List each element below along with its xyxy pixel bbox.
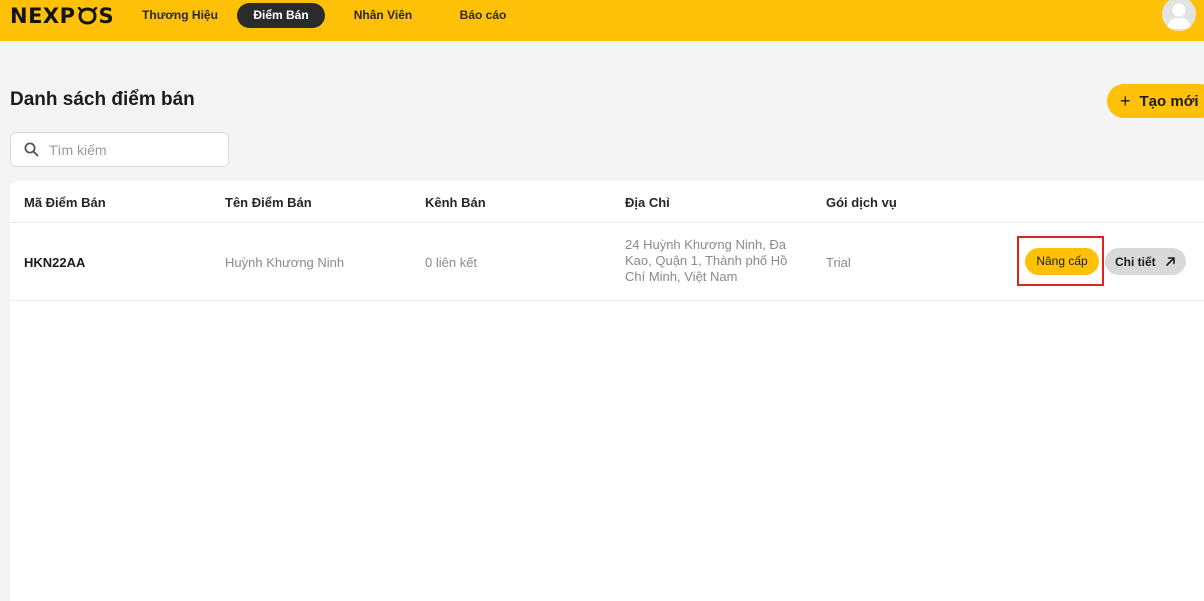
column-header-plan: Gói dịch vụ [826, 195, 897, 210]
search-icon [24, 142, 39, 157]
nav-nhan-vien[interactable]: Nhân Viên [342, 3, 424, 28]
column-header-code: Mã Điểm Bán [24, 195, 106, 210]
nav-thuong-hieu[interactable]: Thương Hiệu [136, 3, 224, 28]
store-channels: 0 liên kết [425, 255, 478, 270]
store-code: HKN22AA [24, 255, 86, 270]
logo-o-icon [77, 7, 97, 25]
store-address: 24 Huỳnh Khương Ninh, Đa Kao, Quận 1, Th… [625, 237, 788, 284]
logo-text-right: S [98, 4, 115, 28]
arrow-up-right-icon [1165, 257, 1175, 266]
nav-bao-cao[interactable]: Báo cáo [446, 3, 520, 28]
store-name: Huỳnh Khương Ninh [225, 255, 345, 270]
column-header-address: Địa Chỉ [625, 195, 670, 210]
detail-label: Chi tiết [1115, 254, 1156, 269]
search-box[interactable] [10, 132, 229, 167]
nav-diem-ban[interactable]: Điểm Bán [237, 3, 325, 28]
store-plan: Trial [826, 255, 851, 270]
create-new-button[interactable]: + Tạo mới [1107, 84, 1204, 118]
stores-table: Mã Điểm Bán Tên Điểm Bán Kênh Bán Địa Ch… [10, 181, 1204, 601]
upgrade-button[interactable]: Nâng cấp [1025, 248, 1099, 275]
column-header-name: Tên Điểm Bán [225, 195, 312, 210]
user-avatar-icon[interactable] [1162, 0, 1196, 31]
search-input[interactable] [49, 141, 209, 158]
create-new-label: Tạo mới [1139, 92, 1199, 110]
user-silhouette-icon [1167, 3, 1191, 29]
detail-button[interactable]: Chi tiết [1105, 248, 1186, 275]
table-header: Mã Điểm Bán Tên Điểm Bán Kênh Bán Địa Ch… [10, 181, 1204, 223]
nexpos-logo[interactable]: NEXP S [10, 1, 114, 31]
column-header-channels: Kênh Bán [425, 195, 486, 210]
logo-text-left: NEXP [10, 4, 76, 28]
plus-icon: + [1120, 91, 1131, 111]
page-title: Danh sách điểm bán [10, 89, 195, 110]
top-navbar: NEXP S Thương Hiệu Điểm Bán Nhân Viên Bá… [0, 0, 1204, 41]
